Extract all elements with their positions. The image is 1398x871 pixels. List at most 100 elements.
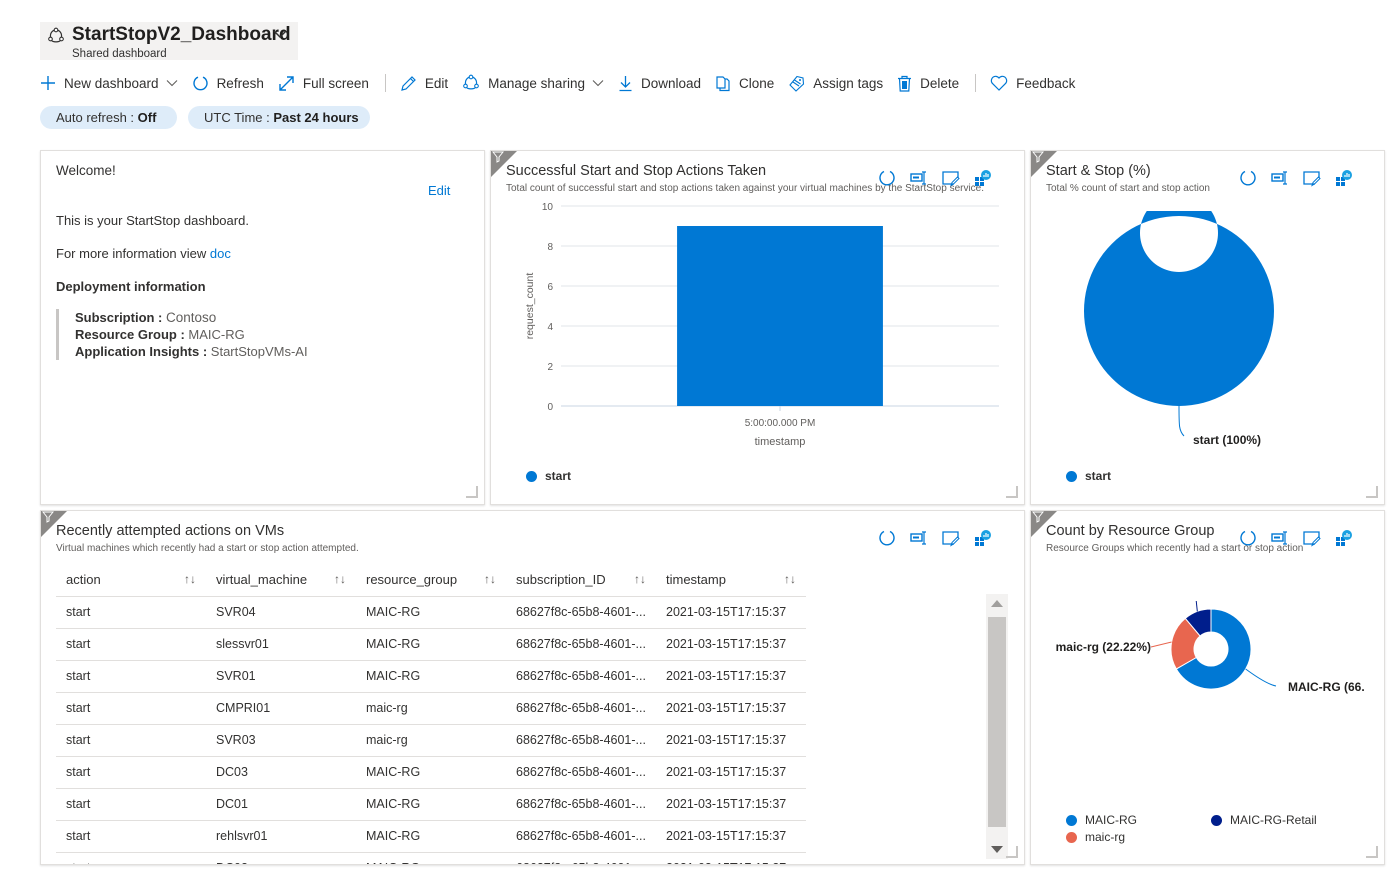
open-in-logs-icon[interactable] [910, 171, 928, 188]
legend-label: MAIC-RG-Retail [1230, 813, 1317, 827]
clone-button[interactable]: Clone [715, 75, 774, 92]
cell-resource-group: MAIC-RG [356, 660, 506, 692]
resource-group-label: Resource Group : [75, 327, 188, 342]
command-bar: New dashboard Refresh Full screen Edit M… [40, 72, 1089, 94]
refresh-tile-icon[interactable] [878, 169, 896, 190]
insights-tile-icon[interactable] [974, 169, 992, 190]
feedback-button[interactable]: Feedback [990, 75, 1075, 91]
table-row[interactable]: startDC03MAIC-RG68627f8c-65b8-4601-...20… [56, 756, 806, 788]
sort-icon[interactable]: ↑↓ [184, 572, 196, 586]
legend-label[interactable]: start [545, 469, 571, 483]
scroll-up-arrow[interactable] [991, 600, 1003, 607]
legend-label[interactable]: start [1085, 469, 1111, 483]
tile-title: Count by Resource Group [1046, 523, 1214, 539]
bar-start[interactable] [677, 226, 883, 406]
resize-handle[interactable] [466, 486, 478, 498]
insights-tile-icon[interactable] [1335, 529, 1353, 550]
cell-action: start [56, 788, 206, 820]
table-row[interactable]: startSVR03maic-rg68627f8c-65b8-4601-...2… [56, 724, 806, 756]
download-button[interactable]: Download [618, 75, 701, 92]
legend-label: maic-rg [1085, 830, 1125, 844]
auto-refresh-filter[interactable]: Auto refresh : Off [40, 106, 177, 129]
column-header-timestamp[interactable]: ↑↓timestamp [656, 563, 806, 596]
manage-sharing-button[interactable]: Manage sharing [462, 74, 604, 92]
edit-tile-icon[interactable] [1303, 530, 1321, 550]
cell-subscription-id: 68627f8c-65b8-4601-... [506, 596, 656, 628]
legend-item-maic-rg[interactable]: MAIC-RG [1066, 813, 1137, 827]
edit-tile-icon[interactable] [1303, 170, 1321, 190]
resource-group-value: MAIC-RG [188, 327, 244, 342]
column-header-action[interactable]: ↑↓action [56, 563, 206, 596]
refresh-tile-icon[interactable] [1239, 169, 1257, 190]
table-row[interactable]: startDC01MAIC-RG68627f8c-65b8-4601-...20… [56, 788, 806, 820]
pencil-icon [400, 75, 417, 92]
subscription-value: Contoso [166, 310, 216, 325]
scroll-down-arrow[interactable] [991, 846, 1003, 853]
sort-icon[interactable]: ↑↓ [634, 572, 646, 586]
cell-timestamp: 2021-03-15T17:15:37 [656, 756, 806, 788]
full-screen-button[interactable]: Full screen [278, 75, 369, 92]
insights-tile-icon[interactable] [974, 529, 992, 550]
doc-link[interactable]: doc [210, 246, 231, 261]
cell-resource-group: maic-rg [356, 692, 506, 724]
dashboard-title[interactable]: StartStopV2_Dashboard [72, 24, 291, 46]
resize-handle[interactable] [1366, 486, 1378, 498]
time-range-label: UTC Time : [204, 110, 270, 125]
refresh-label: Refresh [217, 76, 264, 91]
data-label: maic-rg (22.22%) [1056, 640, 1151, 654]
table-row[interactable]: startslessvr01MAIC-RG68627f8c-65b8-4601-… [56, 628, 806, 660]
refresh-tile-icon[interactable] [878, 529, 896, 550]
sort-icon[interactable]: ↑↓ [484, 572, 496, 586]
resize-handle[interactable] [1366, 846, 1378, 858]
scroll-thumb[interactable] [988, 617, 1006, 827]
deployment-info: Subscription : Contoso Resource Group : … [56, 309, 308, 360]
sort-icon[interactable]: ↑↓ [784, 572, 796, 586]
cell-resource-group: MAIC-RG [356, 852, 506, 864]
column-header-virtual-machine[interactable]: ↑↓ virtual_machine [206, 563, 356, 596]
time-range-filter[interactable]: UTC Time : Past 24 hours [188, 106, 370, 129]
cell-subscription-id: 68627f8c-65b8-4601-... [506, 692, 656, 724]
table-row[interactable]: startCMPRI01maic-rg68627f8c-65b8-4601-..… [56, 692, 806, 724]
cell-virtual-machine: rehlsvr01 [206, 820, 356, 852]
actions-chart-tile: Successful Start and Stop Actions Taken … [490, 150, 1025, 505]
insights-tile-icon[interactable] [1335, 169, 1353, 190]
open-in-logs-icon[interactable] [1271, 171, 1289, 188]
table-row[interactable]: startrehlsvr01MAIC-RG68627f8c-65b8-4601-… [56, 820, 806, 852]
legend-item-maic-rg-retail[interactable]: MAIC-RG-Retail [1211, 813, 1317, 827]
column-header-subscription-id[interactable]: ↑↓subscription_ID [506, 563, 656, 596]
open-in-logs-icon[interactable] [910, 531, 928, 548]
tag-icon [788, 75, 805, 92]
column-header-label: virtual_machine [216, 572, 307, 587]
resize-handle[interactable] [1006, 486, 1018, 498]
cell-subscription-id: 68627f8c-65b8-4601-... [506, 756, 656, 788]
chart-legend: start [526, 469, 571, 483]
cell-action: start [56, 724, 206, 756]
cell-resource-group: MAIC-RG [356, 596, 506, 628]
column-header-resource-group[interactable]: ↑↓ resource_group [356, 563, 506, 596]
cell-virtual-machine: SVR04 [206, 596, 356, 628]
delete-button[interactable]: Delete [897, 75, 959, 92]
refresh-tile-icon[interactable] [1239, 529, 1257, 550]
edit-button[interactable]: Edit [400, 75, 448, 92]
table-scrollbar[interactable] [986, 594, 1008, 859]
column-header-label: resource_group [366, 572, 457, 587]
assign-tags-button[interactable]: Assign tags [788, 75, 883, 92]
cell-action: start [56, 756, 206, 788]
new-dashboard-button[interactable]: New dashboard [40, 75, 178, 91]
edit-tile-icon[interactable] [942, 530, 960, 550]
start-slice[interactable] [1084, 211, 1274, 406]
table-row[interactable]: startSVR01MAIC-RG68627f8c-65b8-4601-...2… [56, 660, 806, 692]
chevron-down-icon[interactable] [272, 28, 288, 40]
download-label: Download [641, 76, 701, 91]
sort-icon[interactable]: ↑↓ [334, 572, 346, 586]
edit-tile-icon[interactable] [942, 170, 960, 190]
table-row[interactable]: startSVR04MAIC-RG68627f8c-65b8-4601-...2… [56, 596, 806, 628]
table-row[interactable]: startDC02MAIC-RG68627f8c-65b8-4601-...20… [56, 852, 806, 864]
data-label: MAIC-RG (66. [1288, 680, 1365, 694]
legend-item-maic-rg-lower[interactable]: maic-rg [1066, 830, 1125, 844]
chevron-down-icon [166, 79, 178, 87]
open-in-logs-icon[interactable] [1271, 531, 1289, 548]
refresh-button[interactable]: Refresh [192, 75, 264, 92]
welcome-edit-link[interactable]: Edit [428, 183, 450, 198]
resize-handle[interactable] [1006, 846, 1018, 858]
